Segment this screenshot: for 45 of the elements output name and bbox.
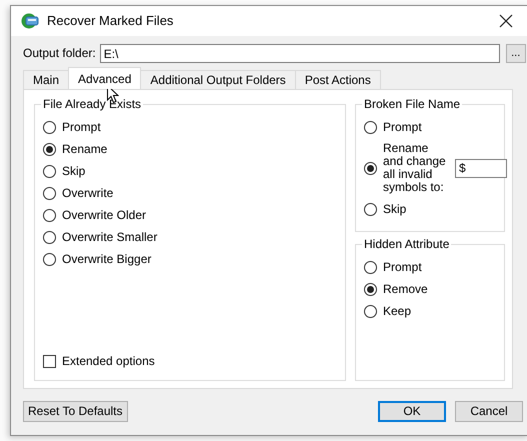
radio-button[interactable] — [364, 162, 377, 174]
close-icon — [499, 14, 513, 28]
checkbox[interactable] — [43, 354, 56, 368]
ok-button[interactable]: OK — [378, 401, 446, 422]
radio-button[interactable] — [364, 282, 377, 296]
radio-button[interactable] — [43, 230, 56, 244]
output-folder-field[interactable]: E:\ — [100, 44, 500, 63]
radio-label[interactable]: Prompt — [383, 260, 422, 274]
tab[interactable]: Main — [23, 70, 70, 89]
radio-button[interactable] — [43, 164, 56, 178]
symbol-field[interactable]: $ — [455, 158, 507, 178]
radio-button[interactable] — [43, 186, 56, 200]
radio-button[interactable] — [364, 304, 377, 318]
radio-button[interactable] — [43, 252, 56, 266]
group-title: Hidden Attribute — [363, 238, 450, 250]
radio-label[interactable]: Keep — [383, 304, 412, 318]
browse-button[interactable]: ... — [506, 44, 526, 63]
radio-label[interactable]: Overwrite Bigger — [62, 252, 152, 266]
radio-label[interactable]: Overwrite Older — [62, 208, 146, 222]
tab[interactable]: Advanced — [68, 67, 142, 89]
radio-label[interactable]: Skip — [383, 202, 406, 216]
radio-label[interactable]: Rename — [62, 142, 108, 156]
radio-button[interactable] — [364, 260, 377, 274]
radio-button[interactable] — [43, 142, 56, 156]
radio-label[interactable]: Remove — [383, 282, 428, 296]
output-folder-label: Output folder: — [23, 46, 96, 61]
tab[interactable]: Additional Output Folders — [140, 70, 296, 89]
radio-label[interactable]: Overwrite Smaller — [62, 230, 158, 244]
radio-label[interactable]: Rename and change all invalid symbols to: — [383, 142, 449, 194]
group-title: File Already Exists — [42, 98, 142, 110]
radio-label[interactable]: Prompt — [383, 120, 422, 134]
tab[interactable]: Post Actions — [294, 70, 381, 89]
reset-button[interactable]: Reset To Defaults — [23, 401, 128, 422]
radio-label[interactable]: Overwrite — [62, 186, 114, 200]
radio-label[interactable]: Skip — [62, 164, 86, 178]
radio-button[interactable] — [364, 120, 377, 134]
checkbox-label[interactable]: Extended options — [62, 354, 155, 368]
window-title: Recover Marked Files — [47, 13, 174, 29]
radio-button[interactable] — [43, 208, 56, 222]
radio-button[interactable] — [43, 120, 56, 134]
app-icon — [21, 13, 39, 29]
group-title: Broken File Name — [363, 98, 462, 110]
cancel-button[interactable]: Cancel — [455, 401, 523, 422]
radio-button[interactable] — [364, 202, 377, 216]
radio-label[interactable]: Prompt — [62, 120, 101, 134]
